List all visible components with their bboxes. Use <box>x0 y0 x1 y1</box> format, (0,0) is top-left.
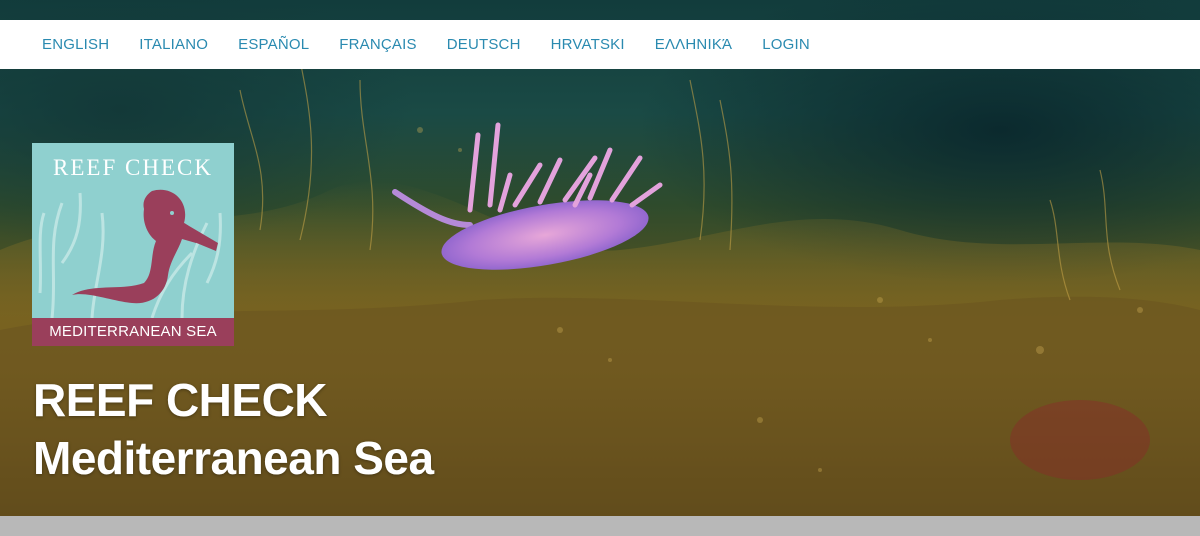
page-title-line2: Mediterranean Sea <box>33 432 434 484</box>
nav-link-english[interactable]: ENGLISH <box>42 36 109 53</box>
nav-link-francais[interactable]: FRANÇAIS <box>339 36 416 53</box>
page: ENGLISH ITALIANO ESPAÑOL FRANÇAIS DEUTSC… <box>0 0 1200 536</box>
footer-strip <box>0 516 1200 536</box>
nav-link-deutsch[interactable]: DEUTSCH <box>447 36 521 53</box>
page-title-line1: REEF CHECK <box>33 374 328 426</box>
language-nav: ENGLISH ITALIANO ESPAÑOL FRANÇAIS DEUTSC… <box>0 20 1200 69</box>
page-title: REEF CHECK Mediterranean Sea <box>33 372 434 488</box>
nav-link-greek[interactable]: ΕΛΛΗΝΙΚΆ <box>655 36 733 53</box>
nav-link-espanol[interactable]: ESPAÑOL <box>238 36 309 53</box>
reef-check-logo[interactable]: REEF CHECK MEDITERRANEAN SEA <box>32 143 234 346</box>
logo-title: REEF CHECK <box>53 155 213 180</box>
nav-link-hrvatski[interactable]: HRVATSKI <box>551 36 625 53</box>
nav-link-italiano[interactable]: ITALIANO <box>139 36 208 53</box>
nav-link-login[interactable]: LOGIN <box>762 36 810 53</box>
logo-subtitle: MEDITERRANEAN SEA <box>32 318 234 346</box>
